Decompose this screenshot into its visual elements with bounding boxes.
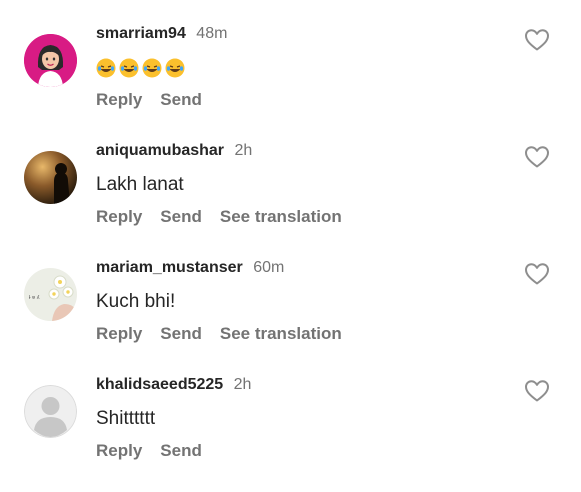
comment-text: Shitttttt xyxy=(96,408,156,429)
comment-actions: Reply Send xyxy=(96,440,202,462)
reply-button[interactable]: Reply xyxy=(96,90,142,109)
comment-text: Kuch bhi! xyxy=(96,291,176,312)
reply-button[interactable]: Reply xyxy=(96,324,142,343)
reply-button[interactable]: Reply xyxy=(96,207,142,226)
laughing-emoji-icon xyxy=(142,58,162,78)
heart-outline-icon[interactable] xyxy=(524,145,550,169)
comment-header: smarriam94 48m xyxy=(96,24,227,44)
comment-actions: Reply Send See translation xyxy=(96,323,342,345)
comment-actions: Reply Send xyxy=(96,89,202,111)
comment-username[interactable]: khalidsaeed5225 xyxy=(96,376,223,393)
comment-item: Ɨ ɐ ʎ mariam_mustanser 60m Kuch bhi! Rep… xyxy=(0,258,581,375)
avatar-caption: Ɨ ɐ ʎ xyxy=(29,295,40,301)
avatar[interactable] xyxy=(24,34,77,87)
send-button[interactable]: Send xyxy=(160,441,202,460)
comment-text: Lakh lanat xyxy=(96,174,184,195)
avatar[interactable] xyxy=(24,151,77,204)
comment-timestamp: 60m xyxy=(253,259,285,276)
avatar[interactable] xyxy=(24,385,77,438)
send-button[interactable]: Send xyxy=(160,207,202,226)
laughing-emoji-icon xyxy=(96,58,116,78)
comment-username[interactable]: aniquamubashar xyxy=(96,142,224,159)
comments-screen: { "comments": [ { "username": "smarriam9… xyxy=(0,0,581,480)
comment-timestamp: 48m xyxy=(196,25,228,42)
reply-button[interactable]: Reply xyxy=(96,441,142,460)
comment-item: khalidsaeed5225 2h Shitttttt Reply Send xyxy=(0,375,581,492)
send-button[interactable]: Send xyxy=(160,324,202,343)
send-button[interactable]: Send xyxy=(160,90,202,109)
heart-outline-icon[interactable] xyxy=(524,28,550,52)
avatar[interactable]: Ɨ ɐ ʎ xyxy=(24,268,77,321)
comment-header: mariam_mustanser 60m xyxy=(96,258,284,278)
comment-item: aniquamubashar 2h Lakh lanat Reply Send Se… xyxy=(0,141,581,258)
comment-emoji-row xyxy=(96,56,188,80)
comment-timestamp: 2h xyxy=(233,376,252,393)
comment-username[interactable]: mariam_mustanser xyxy=(96,259,243,276)
comment-timestamp: 2h xyxy=(234,142,253,159)
heart-outline-icon[interactable] xyxy=(524,262,550,286)
laughing-emoji-icon xyxy=(165,58,185,78)
comment-actions: Reply Send See translation xyxy=(96,206,342,228)
comment-header: aniquamubashar 2h xyxy=(96,141,252,161)
see-translation-button[interactable]: See translation xyxy=(220,324,342,343)
comment-username[interactable]: smarriam94 xyxy=(96,25,186,42)
laughing-emoji-icon xyxy=(119,58,139,78)
see-translation-button[interactable]: See translation xyxy=(220,207,342,226)
comment-header: khalidsaeed5225 2h xyxy=(96,375,251,395)
comment-item: smarriam94 48m Reply Send xyxy=(0,24,581,141)
heart-outline-icon[interactable] xyxy=(524,379,550,403)
